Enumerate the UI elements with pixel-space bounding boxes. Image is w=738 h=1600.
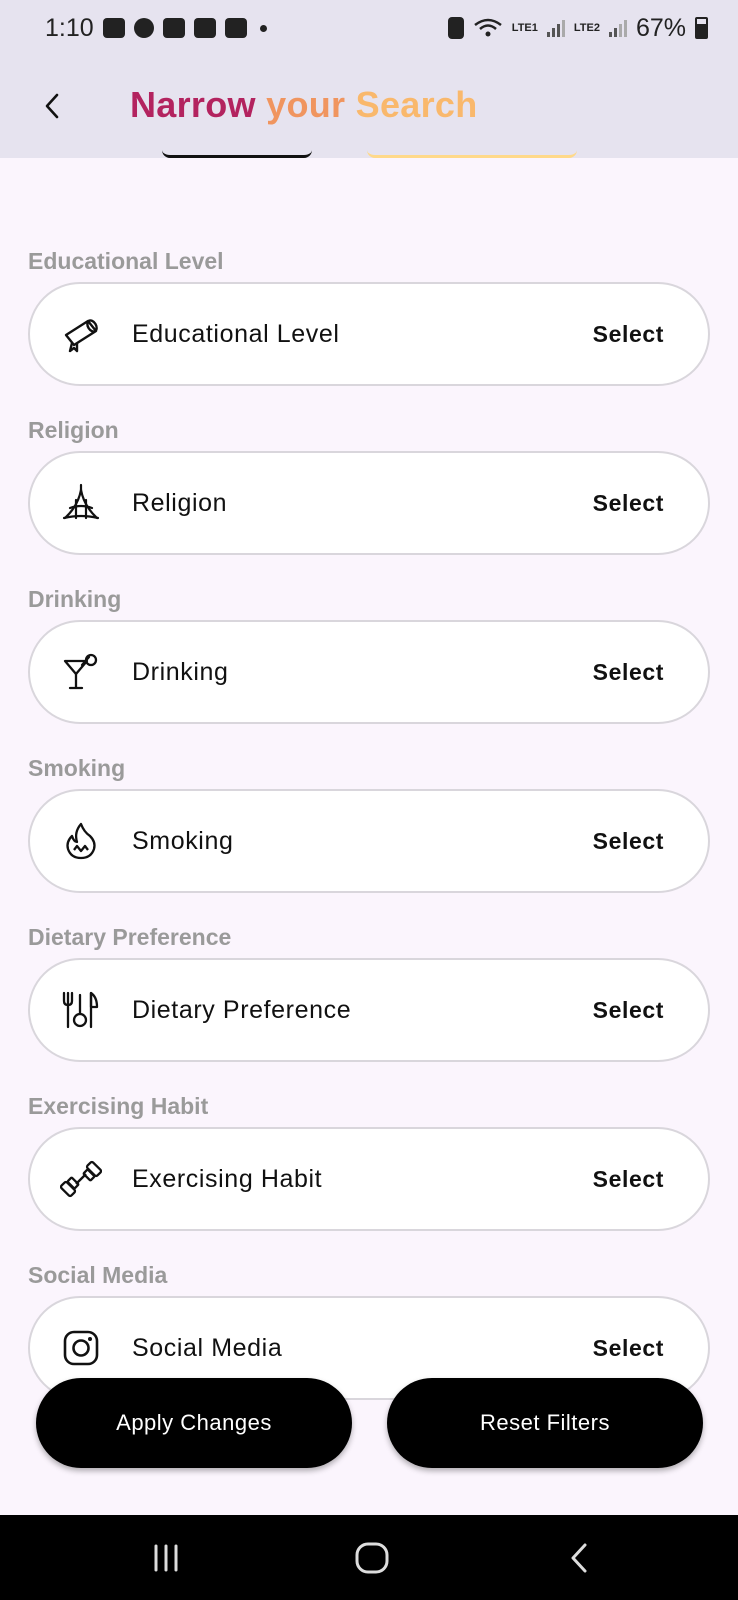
- recent-apps-icon: [154, 1544, 178, 1572]
- filter-section-exercise: Exercising Habit Exercising Habit Select: [28, 1091, 710, 1231]
- signal-1-icon: [546, 19, 565, 37]
- home-button[interactable]: [347, 1535, 397, 1581]
- select-button[interactable]: Select: [593, 1335, 664, 1362]
- section-label: Educational Level: [28, 248, 224, 274]
- select-button[interactable]: Select: [593, 997, 664, 1024]
- cocktail-icon: [60, 651, 102, 693]
- select-button[interactable]: Select: [593, 490, 664, 517]
- diploma-icon: [60, 313, 102, 355]
- page-title-part-1: Narrow: [130, 84, 267, 125]
- section-label: Religion: [28, 417, 119, 443]
- chip-remnant-right: [367, 150, 577, 158]
- section-label: Smoking: [28, 755, 126, 781]
- wifi-icon: [474, 18, 502, 37]
- section-label: Dietary Preference: [28, 924, 232, 950]
- filter-label: Smoking: [132, 826, 234, 855]
- signal-2-icon: [608, 19, 627, 37]
- select-button[interactable]: Select: [593, 828, 664, 855]
- filter-section-education: Educational Level Educational Level Sele…: [28, 246, 710, 386]
- filter-label: Exercising Habit: [132, 1164, 323, 1193]
- home-icon: [355, 1542, 389, 1574]
- filter-row-exercise[interactable]: Exercising Habit Select: [28, 1127, 710, 1231]
- alarm-icon: [447, 17, 464, 39]
- status-right: LTE1 LTE2 67%: [447, 13, 708, 43]
- app-header: Narrow your Search: [0, 56, 738, 158]
- telegram-icon: [133, 18, 154, 38]
- battery-percent: 67%: [635, 13, 686, 42]
- calendar-icon: [224, 18, 247, 38]
- status-bar: 1:10 LTE1 LTE2 67%: [0, 0, 738, 56]
- filter-section-smoking: Smoking Smoking Select: [28, 753, 710, 893]
- page-title-part-2: your: [266, 84, 356, 125]
- section-label: Social Media: [28, 1262, 168, 1288]
- chip-remnant-left: [162, 150, 312, 158]
- recent-apps-button[interactable]: [141, 1535, 191, 1581]
- chevron-left-icon: [45, 93, 59, 119]
- filter-label: Religion: [132, 488, 228, 517]
- filter-label: Drinking: [132, 657, 229, 686]
- filter-row-drinking[interactable]: Drinking Select: [28, 620, 710, 724]
- temple-icon: [60, 482, 102, 524]
- back-button[interactable]: [30, 84, 74, 128]
- utensils-icon: [60, 989, 102, 1031]
- filter-row-diet[interactable]: Dietary Preference Select: [28, 958, 710, 1062]
- dumbbell-icon: [60, 1158, 102, 1200]
- battery-icon: [695, 17, 708, 39]
- more-notifications-icon: [259, 24, 267, 32]
- page-title-part-3: Search: [355, 84, 478, 125]
- instagram-icon: [60, 1327, 102, 1369]
- select-button[interactable]: Select: [593, 659, 664, 686]
- youtube-icon: [193, 18, 216, 38]
- filter-label: Social Media: [132, 1333, 283, 1362]
- filter-row-smoking[interactable]: Smoking Select: [28, 789, 710, 893]
- filter-label: Dietary Preference: [132, 995, 352, 1024]
- section-label: Drinking: [28, 586, 122, 612]
- teams-icon: [162, 18, 185, 38]
- lte2-label: LTE2: [573, 21, 600, 34]
- page-title: Narrow your Search: [130, 84, 478, 126]
- filter-row-education[interactable]: Educational Level Select: [28, 282, 710, 386]
- reset-filters-button[interactable]: Reset Filters: [387, 1378, 703, 1468]
- flame-icon: [60, 820, 102, 862]
- system-back-button[interactable]: [554, 1535, 604, 1581]
- messages-icon: [102, 18, 125, 38]
- select-button[interactable]: Select: [593, 1166, 664, 1193]
- back-icon: [571, 1543, 587, 1573]
- filter-row-religion[interactable]: Religion Select: [28, 451, 710, 555]
- filter-label: Educational Level: [132, 319, 340, 348]
- apply-changes-button[interactable]: Apply Changes: [36, 1378, 352, 1468]
- system-nav-bar: [0, 1515, 738, 1600]
- section-label: Exercising Habit: [28, 1093, 209, 1119]
- status-left: 1:10: [45, 14, 267, 43]
- filter-section-religion: Religion Religion Select: [28, 415, 710, 555]
- select-button[interactable]: Select: [593, 321, 664, 348]
- lte1-label: LTE1: [511, 21, 538, 34]
- filter-section-diet: Dietary Preference Dietary Preference Se…: [28, 922, 710, 1062]
- filter-section-drinking: Drinking Drinking Select: [28, 584, 710, 724]
- status-time: 1:10: [45, 13, 94, 42]
